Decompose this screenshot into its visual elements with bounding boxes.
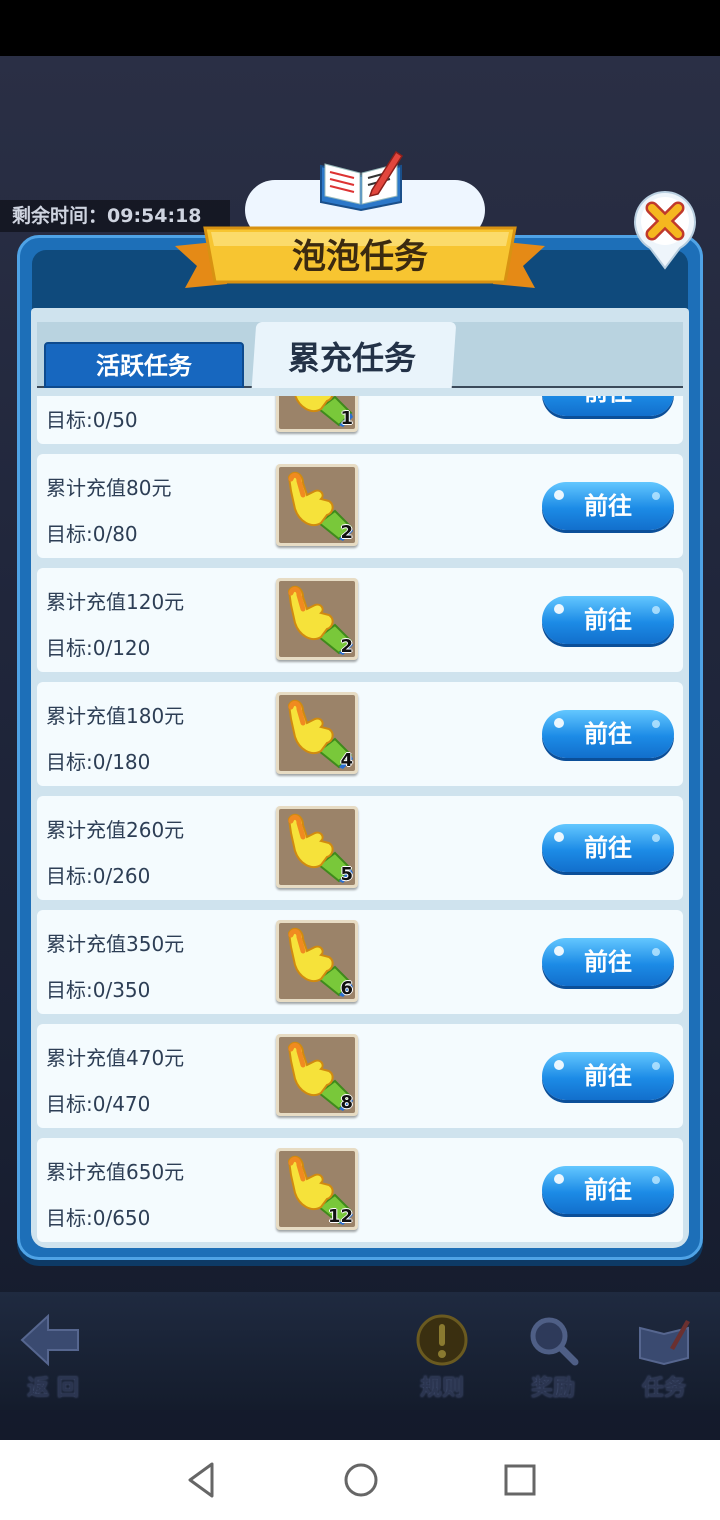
bottom-bar <box>0 1292 720 1410</box>
back-arrow-icon <box>20 1313 79 1367</box>
reward-item[interactable]: 6 <box>276 920 358 1002</box>
reward-item[interactable]: 8 <box>276 1034 358 1116</box>
reward-count: 2 <box>340 522 353 543</box>
tab-active-tasks[interactable]: 活跃任务 <box>44 342 244 388</box>
go-button[interactable]: 前往 <box>542 596 674 644</box>
go-button[interactable]: 前往 <box>542 824 674 872</box>
system-back-icon[interactable] <box>186 1462 216 1498</box>
exclamation-icon <box>416 1314 468 1366</box>
task-title: 累计充值470元 <box>46 1046 185 1070</box>
task-title: 累计充值350元 <box>46 932 185 956</box>
task-goal: 目标:0/80 <box>46 522 138 546</box>
task-title: 累计充值180元 <box>46 704 185 728</box>
reward-item[interactable]: 2 <box>276 464 358 546</box>
book-icon <box>316 146 406 212</box>
task-list[interactable]: 目标:0/50 1 前往 累计充值80元 目标:0/80 <box>37 396 683 1244</box>
task-row: 累计充值470元 目标:0/470 8 前往 <box>37 1024 683 1128</box>
task-row: 累计充值80元 目标:0/80 2 前往 <box>37 454 683 558</box>
task-row: 目标:0/50 1 前往 <box>37 396 683 444</box>
rewards-label: 奖励 <box>530 1376 575 1401</box>
magnifier-icon <box>530 1317 579 1366</box>
task-goal: 目标:0/470 <box>46 1092 151 1116</box>
task-title: 累计充值120元 <box>46 590 185 614</box>
task-book-icon <box>639 1320 690 1366</box>
task-goal: 目标:0/350 <box>46 978 151 1002</box>
tasks-button[interactable]: 任务 <box>624 1312 704 1406</box>
go-button[interactable]: 前往 <box>542 482 674 530</box>
reward-count: 4 <box>340 750 353 771</box>
task-title: 累计充值260元 <box>46 818 185 842</box>
reward-item[interactable]: 4 <box>276 692 358 774</box>
system-home-icon[interactable] <box>343 1462 379 1498</box>
reward-count: 5 <box>340 864 353 885</box>
task-title: 累计充值650元 <box>46 1160 185 1184</box>
task-row: 累计充值120元 目标:0/120 2 前往 <box>37 568 683 672</box>
tasks-label: 任务 <box>641 1376 686 1401</box>
go-button[interactable]: 前往 <box>542 1166 674 1214</box>
go-button[interactable]: 前往 <box>542 710 674 758</box>
reward-count: 8 <box>340 1092 353 1113</box>
task-row: 累计充值180元 目标:0/180 4 前往 <box>37 682 683 786</box>
go-button[interactable]: 前往 <box>542 396 674 416</box>
status-bar <box>0 0 720 56</box>
reward-count: 2 <box>340 636 353 657</box>
close-button[interactable] <box>632 188 698 270</box>
reward-item[interactable]: 2 <box>276 578 358 660</box>
go-button[interactable]: 前往 <box>542 1052 674 1100</box>
tab-recharge-tasks[interactable]: 累充任务 <box>254 322 450 388</box>
task-row: 累计充值650元 目标:0/650 12 前往 <box>37 1138 683 1242</box>
task-goal: 目标:0/180 <box>46 750 151 774</box>
go-button[interactable]: 前往 <box>542 938 674 986</box>
reward-count: 6 <box>340 978 353 999</box>
task-goal: 目标:0/120 <box>46 636 151 660</box>
back-label: 返 回 <box>27 1376 79 1401</box>
rules-button[interactable]: 规则 <box>402 1312 482 1406</box>
reward-item[interactable]: 1 <box>276 396 358 432</box>
reward-item[interactable]: 12 <box>276 1148 358 1230</box>
task-goal: 目标:0/650 <box>46 1206 151 1230</box>
task-goal: 目标:0/50 <box>46 408 138 432</box>
android-navigation-bar <box>0 1440 720 1520</box>
task-row: 累计充值260元 目标:0/260 5 前往 <box>37 796 683 900</box>
reward-item[interactable]: 5 <box>276 806 358 888</box>
task-row: 累计充值350元 目标:0/350 6 前往 <box>37 910 683 1014</box>
close-icon <box>645 201 685 241</box>
reward-count: 1 <box>340 408 353 429</box>
rules-label: 规则 <box>419 1376 464 1401</box>
system-recents-icon[interactable] <box>504 1464 536 1496</box>
task-goal: 目标:0/260 <box>46 864 151 888</box>
rewards-button[interactable]: 奖励 <box>513 1312 593 1406</box>
reward-count: 12 <box>327 1206 353 1227</box>
task-title: 累计充值80元 <box>46 476 172 500</box>
dialog-title: 泡泡任务 <box>292 237 428 277</box>
